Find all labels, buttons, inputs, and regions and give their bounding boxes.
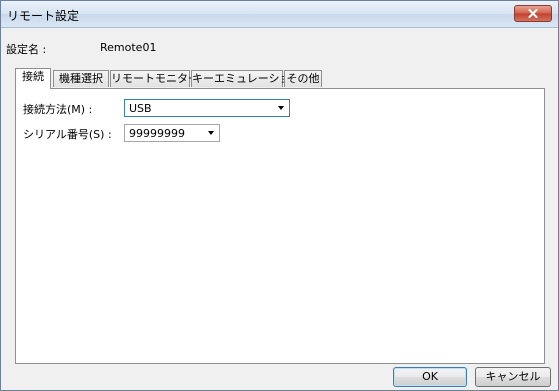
connection-method-label: 接続方法(M) : <box>23 103 93 116</box>
setting-name-value: Remote01 <box>100 41 157 54</box>
tab-model-selection[interactable]: 機種選択 <box>53 70 109 87</box>
window-title: リモート設定 <box>7 9 80 23</box>
cancel-button[interactable]: キャンセル <box>475 367 551 387</box>
connection-method-value: USB <box>129 102 152 115</box>
tab-other[interactable]: その他 <box>284 70 322 87</box>
tab-panel-connection: 接続方法(M) : USB シリアル番号(S) : 99999999 <box>15 88 545 364</box>
close-button[interactable] <box>514 5 552 22</box>
setting-name-label: 設定名 : <box>6 43 47 56</box>
ok-button[interactable]: OK <box>393 367 467 387</box>
title-bar[interactable]: リモート設定 <box>1 1 558 28</box>
chevron-down-icon <box>208 131 214 135</box>
tab-connection-label: 接続 <box>22 70 44 83</box>
serial-number-value: 99999999 <box>129 127 185 140</box>
chevron-down-icon <box>278 106 284 110</box>
ok-button-label: OK <box>422 370 438 383</box>
serial-number-select[interactable]: 99999999 <box>124 124 220 142</box>
remote-settings-dialog: リモート設定 設定名 : Remote01 接続 機種選択 リモートモニター キ… <box>0 0 559 391</box>
setting-name-row: 設定名 : Remote01 <box>6 41 306 56</box>
tab-key-emulation[interactable]: キーエミュレーション <box>191 70 302 87</box>
tab-connection[interactable]: 接続 <box>15 68 51 89</box>
tab-remote-monitor-label: リモートモニター <box>111 72 199 85</box>
cancel-button-label: キャンセル <box>485 370 541 383</box>
tab-other-label: その他 <box>286 72 320 85</box>
tab-remote-monitor[interactable]: リモートモニター <box>110 70 199 87</box>
serial-number-label: シリアル番号(S) : <box>23 128 112 141</box>
connection-method-select[interactable]: USB <box>124 99 290 117</box>
tab-model-selection-label: 機種選択 <box>59 72 103 85</box>
close-icon <box>528 9 538 18</box>
